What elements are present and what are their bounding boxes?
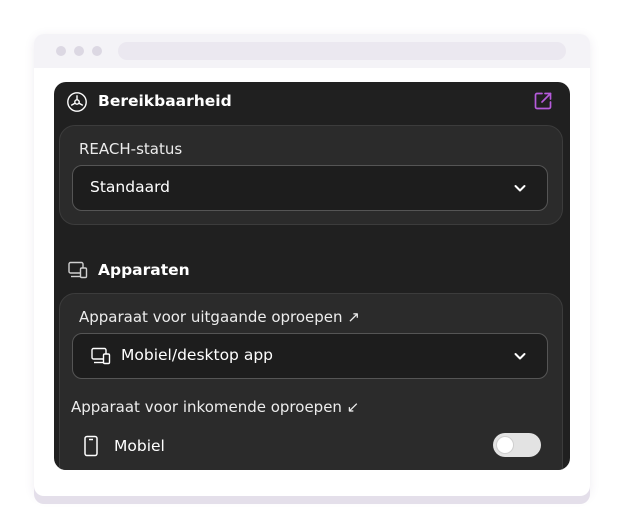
reach-status-select[interactable]: Standaard bbox=[72, 165, 548, 211]
address-bar[interactable] bbox=[118, 42, 566, 60]
devices-section-title: Apparaten bbox=[98, 261, 190, 279]
outgoing-device-value: Mobiel/desktop app bbox=[121, 346, 273, 364]
window-dot-close bbox=[56, 46, 66, 56]
devices-icon bbox=[68, 261, 88, 279]
outgoing-device-label: Apparaat voor uitgaande oproepen ↗ bbox=[79, 308, 360, 326]
chevron-down-icon bbox=[514, 185, 526, 192]
panel-title: Bereikbaarheid bbox=[98, 92, 232, 110]
incoming-device-label: Apparaat voor inkomende oproepen ↙ bbox=[71, 398, 360, 416]
outgoing-device-select[interactable]: Mobiel/desktop app bbox=[72, 333, 548, 379]
external-link-icon[interactable] bbox=[532, 90, 554, 112]
chevron-down-icon bbox=[514, 353, 526, 360]
mobile-phone-icon bbox=[84, 435, 98, 457]
toggle-knob bbox=[497, 437, 513, 453]
window-dot-minimize bbox=[74, 46, 84, 56]
reachability-panel: Bereikbaarheid REACH-status Standaard Ap… bbox=[54, 82, 570, 470]
reach-icon bbox=[67, 92, 87, 112]
browser-topbar bbox=[34, 34, 590, 68]
incoming-device-name: Mobiel bbox=[114, 437, 165, 455]
window-dot-maximize bbox=[92, 46, 102, 56]
desktop-mobile-icon bbox=[91, 347, 111, 365]
reach-status-card: REACH-status Standaard bbox=[59, 125, 563, 225]
reach-status-value: Standaard bbox=[90, 178, 171, 196]
reach-status-label: REACH-status bbox=[79, 140, 183, 158]
incoming-device-toggle[interactable] bbox=[493, 433, 541, 457]
